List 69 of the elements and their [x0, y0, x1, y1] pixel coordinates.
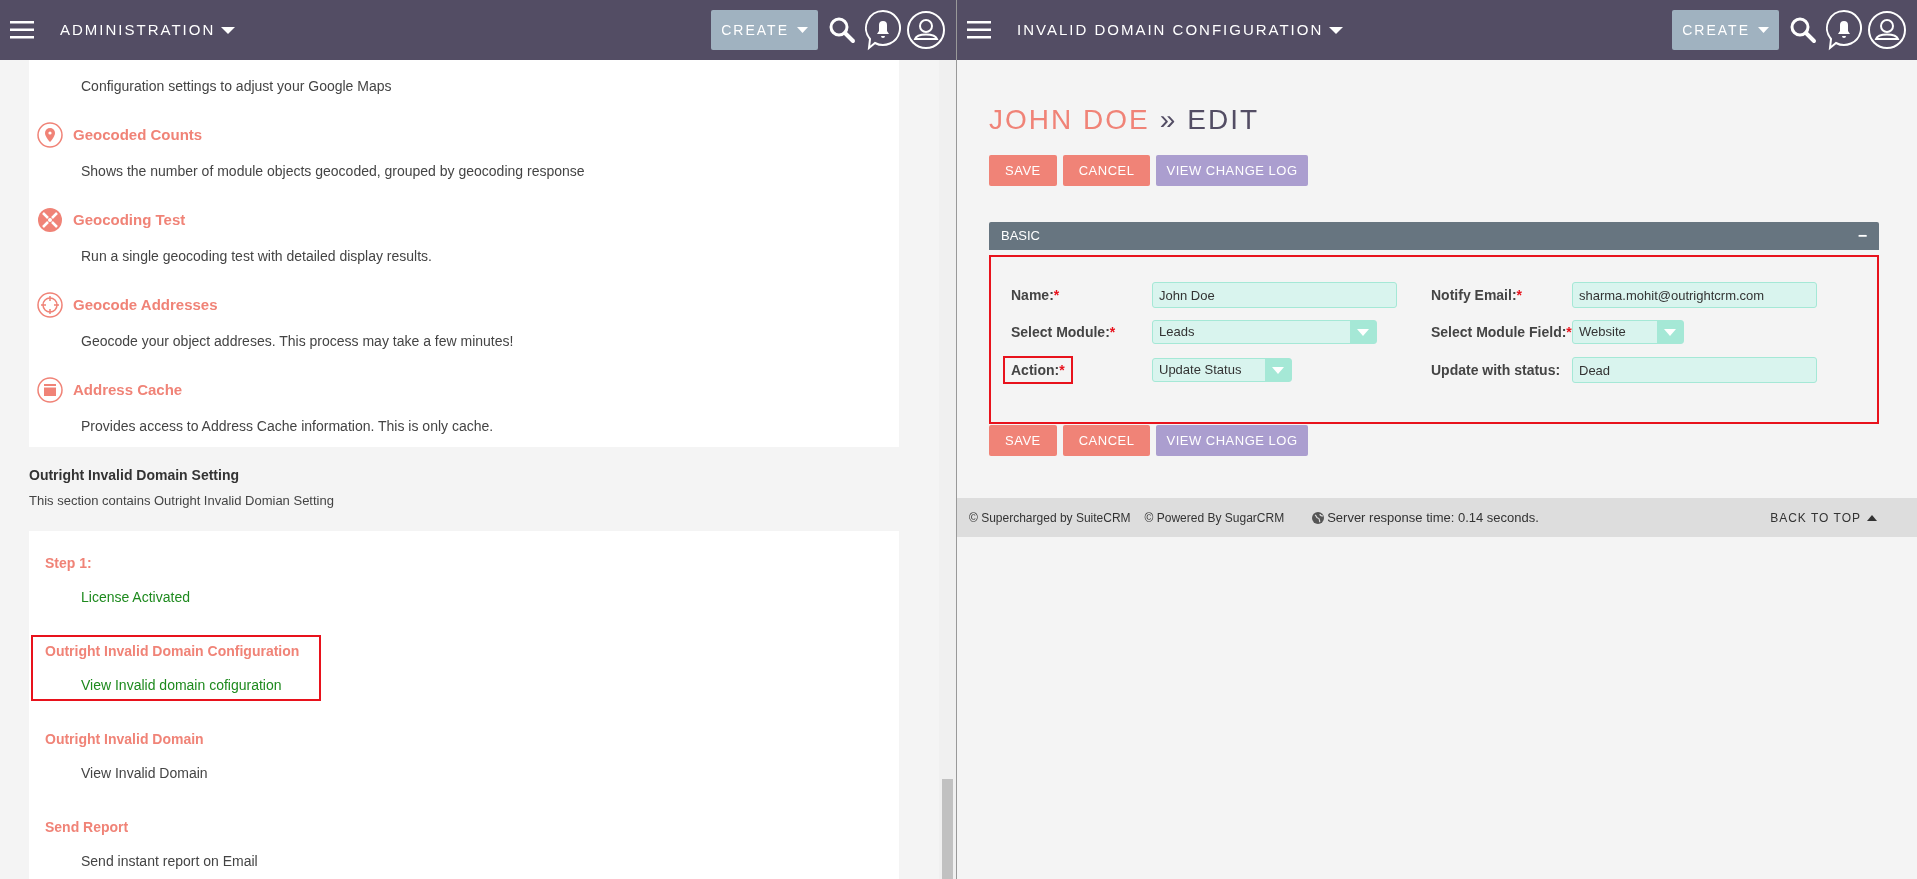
field-label: Select Module:* [1011, 323, 1116, 342]
breadcrumb-separator: » [1159, 103, 1178, 137]
field-label: Select Module Field:* [1431, 323, 1572, 342]
admin-link[interactable]: Geocoded Counts [73, 123, 203, 147]
suitecrm-link[interactable]: © Supercharged by SuiteCRM [969, 508, 1131, 527]
admin-link[interactable]: Address Cache [73, 378, 183, 402]
scrollbar[interactable] [939, 60, 956, 879]
caret-icon [797, 27, 808, 33]
select-field[interactable]: Leads [1152, 320, 1377, 344]
text-field[interactable]: Dead [1572, 357, 1817, 383]
menu-icon[interactable] [10, 21, 34, 39]
collapse-icon[interactable]: − [1857, 224, 1867, 248]
step-link[interactable]: Send instant report on Email [45, 851, 319, 871]
field-label: Notify Email:* [1431, 286, 1523, 305]
menu-icon[interactable] [967, 21, 991, 39]
step-link[interactable]: View Invalid Domain [45, 763, 319, 783]
admin-description: Provides access to Address Cache information. This is only cache. [80, 417, 495, 436]
caret-icon [1758, 27, 1769, 33]
user-icon[interactable] [906, 10, 946, 50]
field-label: Name:* [1011, 286, 1060, 305]
admin-description: Geocode your object addreses. This process may take a few minutes! [80, 332, 515, 351]
select-field[interactable]: Website [1572, 320, 1684, 344]
step-title: Outright Invalid Domain [45, 730, 205, 749]
step-title: Step 1: [45, 554, 93, 573]
back-to-top-link[interactable]: BACK TO TOP [1770, 508, 1877, 527]
caret-icon [1867, 514, 1877, 521]
caret-icon [1272, 366, 1284, 374]
search-icon[interactable] [828, 16, 856, 44]
step-title: Send Report [45, 818, 130, 837]
cancel-button[interactable]: CANCEL [1062, 425, 1151, 456]
caret-icon [1357, 328, 1369, 336]
select-field[interactable]: Update Status [1152, 358, 1292, 382]
user-icon[interactable] [1867, 10, 1907, 50]
crosshair-icon [37, 292, 63, 318]
response-time: Server response time: 0.14 seconds. [1327, 508, 1539, 527]
section-title: Outright Invalid Domain Setting [29, 466, 240, 485]
caret-icon [1329, 26, 1344, 34]
text-field[interactable]: sharma.mohit@outrightcrm.com [1572, 282, 1817, 308]
box-icon [37, 377, 63, 403]
panel-header[interactable]: BASIC − [989, 222, 1879, 250]
caret-icon [221, 26, 236, 34]
step-title: Outright Invalid Domain Configuration [45, 642, 301, 661]
step-link[interactable]: View Invalid domain cofiguration [45, 675, 319, 695]
search-icon[interactable] [1789, 16, 1817, 44]
change-log-button[interactable]: VIEW CHANGE LOG [1156, 155, 1308, 186]
map-pin-icon [37, 122, 63, 148]
change-log-button[interactable]: VIEW CHANGE LOG [1156, 425, 1308, 456]
step-link[interactable]: License Activated [45, 587, 319, 607]
cancel-button[interactable]: CANCEL [1062, 155, 1151, 186]
admin-link[interactable]: Geocode Addresses [73, 293, 218, 317]
save-button[interactable]: SAVE [989, 425, 1057, 456]
arrows-icon [37, 207, 63, 233]
module-menu[interactable]: INVALID DOMAIN CONFIGURATION [1017, 18, 1344, 42]
sugarcrm-link[interactable]: © Powered By SugarCRM [1144, 508, 1285, 527]
admin-description: Shows the number of module objects geocoded, grouped by geocoding response [80, 162, 586, 181]
notification-bell-icon[interactable] [1825, 9, 1863, 51]
field-label: Action:* [1003, 356, 1073, 384]
field-label: Update with status: [1431, 361, 1561, 380]
notification-bell-icon[interactable] [864, 9, 902, 51]
caret-icon [1664, 328, 1676, 336]
globe-icon [1312, 511, 1325, 524]
admin-link[interactable]: Geocoding Test [73, 208, 186, 232]
module-menu[interactable]: ADMINISTRATION [60, 18, 236, 42]
save-button[interactable]: SAVE [989, 155, 1057, 186]
page-title: EDIT [1187, 103, 1260, 137]
section-description: This section contains Outright Invalid Domian Setting [29, 492, 335, 510]
text-field[interactable]: John Doe [1152, 282, 1397, 308]
admin-description: Run a single geocoding test with detailed display results. [80, 247, 433, 266]
admin-description: Configuration settings to adjust your Google Maps [80, 77, 393, 96]
